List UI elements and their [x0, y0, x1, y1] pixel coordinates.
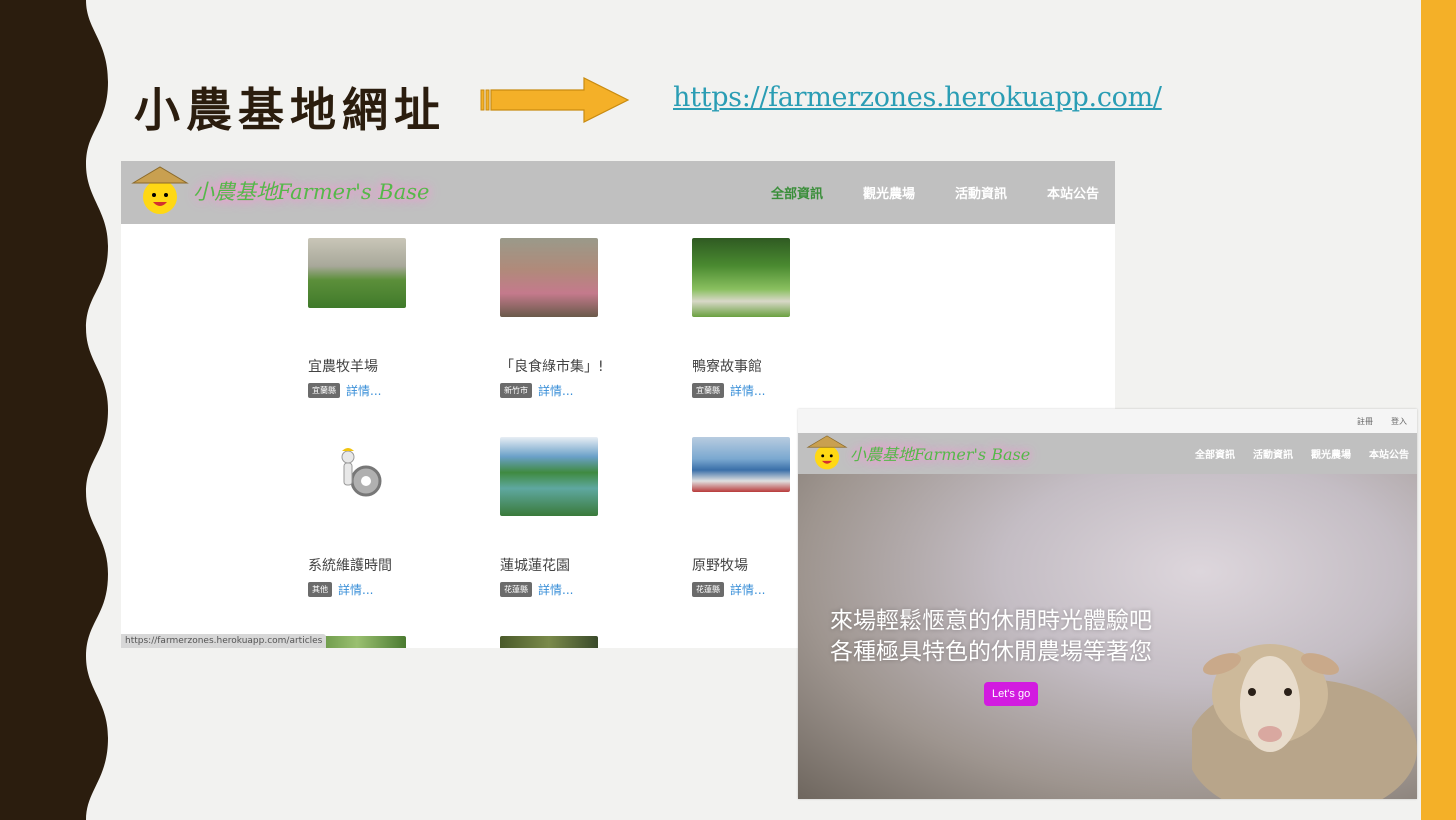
nav-farms[interactable]: 觀光農場 — [863, 183, 915, 202]
site-logo[interactable]: 小農基地Farmer's Base — [806, 433, 1030, 473]
details-link[interactable]: 詳情... — [538, 581, 573, 598]
site-url-link[interactable]: https://farmerzones.herokuapp.com/ — [673, 82, 1162, 113]
article-title[interactable]: 鴨寮故事館 — [692, 356, 852, 376]
logo-text: 小農基地Farmer's Base — [193, 180, 430, 204]
article-meta: 新竹市 詳情... — [500, 382, 660, 399]
login-link[interactable]: 登入 — [1391, 416, 1407, 427]
site-nav: 全部資訊 活動資訊 觀光農場 本站公告 — [1195, 446, 1409, 461]
article-thumbnail[interactable] — [500, 437, 598, 516]
nav-all-info[interactable]: 全部資訊 — [1195, 446, 1235, 461]
site-navbar: 小農基地Farmer's Base 全部資訊 活動資訊 觀光農場 本站公告 — [798, 433, 1417, 474]
article-card[interactable]: 蓮城蓮花園 花蓮縣 詳情... — [500, 437, 660, 598]
article-thumbnail[interactable] — [308, 238, 406, 308]
logo-text: 小農基地Farmer's Base — [850, 445, 1031, 464]
details-link[interactable]: 詳情... — [538, 382, 573, 399]
details-link[interactable]: 詳情... — [338, 581, 373, 598]
hero-line-2: 各種極具特色的休閒農場等著您 — [830, 639, 1152, 665]
site-screenshot-home: 註冊 登入 小農基地Farmer's Base 全部資訊 活動資訊 觀光農場 本… — [798, 409, 1417, 799]
article-thumbnail[interactable] — [692, 238, 790, 317]
article-meta: 其他 詳情... — [308, 581, 468, 598]
article-thumbnail[interactable] — [692, 437, 790, 492]
maintenance-gear-icon[interactable] — [308, 437, 406, 507]
article-card[interactable] — [500, 636, 660, 648]
county-badge: 花蓮縣 — [500, 582, 532, 597]
sheep-image — [1192, 644, 1417, 799]
farmer-sun-icon — [131, 166, 189, 214]
hero-line-1: 來場輕鬆愜意的休閒時光體驗吧 — [830, 608, 1152, 634]
nav-announcements[interactable]: 本站公告 — [1047, 183, 1099, 202]
article-card[interactable]: 系統維護時間 其他 詳情... — [308, 437, 468, 598]
category-badge: 其他 — [308, 582, 332, 597]
article-meta: 宜蘭縣 詳情... — [308, 382, 468, 399]
wave-sidebar — [0, 0, 108, 820]
site-logo[interactable]: 小農基地Farmer's Base — [131, 163, 429, 219]
accent-bar — [1421, 0, 1456, 820]
lets-go-button[interactable]: Let's go — [984, 682, 1039, 706]
nav-all-info[interactable]: 全部資訊 — [771, 183, 823, 202]
register-link[interactable]: 註冊 — [1357, 416, 1373, 427]
article-title[interactable]: 蓮城蓮花園 — [500, 555, 660, 575]
arrow-right-icon — [480, 77, 630, 123]
article-title[interactable]: 宜農牧羊場 — [308, 356, 468, 376]
article-meta: 宜蘭縣 詳情... — [692, 382, 852, 399]
details-link[interactable]: 詳情... — [730, 581, 765, 598]
county-badge: 宜蘭縣 — [308, 383, 340, 398]
article-title[interactable]: 系統維護時間 — [308, 555, 468, 575]
slide-title: 小農基地網址 — [134, 83, 446, 137]
site-navbar: 小農基地Farmer's Base 全部資訊 觀光農場 活動資訊 本站公告 — [121, 161, 1115, 224]
article-card[interactable] — [308, 636, 468, 648]
article-thumbnail[interactable] — [500, 238, 598, 317]
farmer-sun-icon — [806, 435, 848, 470]
county-badge: 宜蘭縣 — [692, 383, 724, 398]
site-nav: 全部資訊 觀光農場 活動資訊 本站公告 — [771, 183, 1099, 202]
nav-farms[interactable]: 觀光農場 — [1311, 446, 1351, 461]
county-badge: 花蓮縣 — [692, 582, 724, 597]
county-badge: 新竹市 — [500, 383, 532, 398]
status-bar-url: https://farmerzones.herokuapp.com/articl… — [121, 634, 327, 648]
article-meta: 花蓮縣 詳情... — [500, 581, 660, 598]
auth-bar: 註冊 登入 — [798, 409, 1417, 433]
nav-events[interactable]: 活動資訊 — [1253, 446, 1293, 461]
article-thumbnail[interactable] — [500, 636, 598, 648]
hero-banner: 來場輕鬆愜意的休閒時光體驗吧 各種極具特色的休閒農場等著您 Let's go — [798, 474, 1417, 799]
article-card[interactable]: 鴨寮故事館 宜蘭縣 詳情... — [692, 238, 852, 399]
nav-announcements[interactable]: 本站公告 — [1369, 446, 1409, 461]
details-link[interactable]: 詳情... — [730, 382, 765, 399]
details-link[interactable]: 詳情... — [346, 382, 381, 399]
article-card[interactable]: 宜農牧羊場 宜蘭縣 詳情... — [308, 238, 468, 399]
nav-events[interactable]: 活動資訊 — [955, 183, 1007, 202]
hero-headline: 來場輕鬆愜意的休閒時光體驗吧 各種極具特色的休閒農場等著您 — [830, 606, 1152, 668]
article-card[interactable]: 「良食綠市集」! 新竹市 詳情... — [500, 238, 660, 399]
article-title[interactable]: 「良食綠市集」! — [500, 356, 660, 376]
